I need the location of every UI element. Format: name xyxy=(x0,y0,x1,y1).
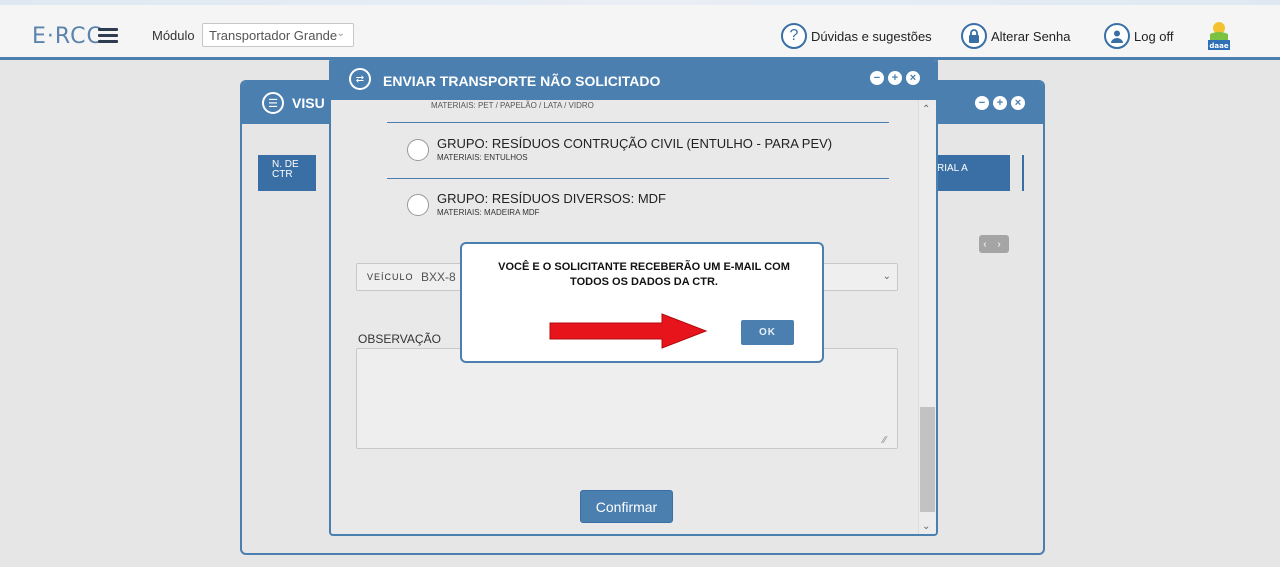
daae-logo: daae xyxy=(1206,20,1232,54)
group-title: GRUPO: RESÍDUOS DIVERSOS: MDF xyxy=(437,191,666,206)
chevron-up-icon[interactable]: ⌃ xyxy=(922,104,930,115)
top-strip xyxy=(0,0,1280,5)
red-arrow-icon xyxy=(549,313,708,349)
lock-icon xyxy=(961,23,987,49)
column-header-material[interactable]: RIAL A xyxy=(934,155,1024,191)
background-window-controls: − + × xyxy=(975,96,1025,110)
observacao-label: OBSERVAÇÃO xyxy=(358,332,441,346)
group-materials: MATERIAIS: ENTULHOS xyxy=(437,153,528,162)
logoff-link[interactable]: Log off xyxy=(1104,22,1174,50)
column-header-n-ctr-line2: CTR xyxy=(272,169,293,180)
observacao-textarea[interactable] xyxy=(356,348,898,449)
dialog-titlebar: ⇄ ENVIAR TRANSPORTE NÃO SOLICITADO − + × xyxy=(331,60,936,100)
ok-button[interactable]: OK xyxy=(741,320,794,345)
confirm-button[interactable]: Confirmar xyxy=(580,490,673,523)
column-header-edge xyxy=(1022,155,1024,191)
modulo-label: Módulo xyxy=(152,28,195,43)
scrollbar-thumb[interactable] xyxy=(920,407,935,512)
alert-message: VOCÊ E O SOLICITANTE RECEBERÃO UM E-MAIL… xyxy=(498,261,790,288)
column-header-n-ctr[interactable]: N. DE CTR xyxy=(258,155,316,191)
maximize-icon[interactable]: + xyxy=(993,96,1007,110)
maximize-icon[interactable]: + xyxy=(888,71,902,85)
question-icon: ? xyxy=(781,23,807,49)
logoff-label: Log off xyxy=(1134,28,1174,44)
chevron-down-icon: ⌄ xyxy=(882,271,891,282)
chevron-down-icon: ⌄ xyxy=(336,28,345,39)
radio-button[interactable] xyxy=(407,139,429,161)
app-header: E·RCC Módulo Transportador Grande ⌄ ? Dú… xyxy=(0,0,1280,60)
list-icon: ☰ xyxy=(262,92,284,114)
group-title: GRUPO: RESÍDUOS CONTRUÇÃO CIVIL (ENTULHO… xyxy=(437,136,833,151)
close-icon[interactable]: × xyxy=(1011,96,1025,110)
duvidas-label: Dúvidas e sugestões xyxy=(811,28,932,44)
column-header-material-label: RIAL A xyxy=(937,163,968,174)
pagination-arrows[interactable]: ‹ › xyxy=(979,235,1009,253)
group-divider xyxy=(387,122,889,123)
alterar-senha-link[interactable]: Alterar Senha xyxy=(961,22,1071,50)
daae-logo-text: daae xyxy=(1209,42,1228,50)
veiculo-label: VEÍCULO xyxy=(367,272,414,282)
truck-arrow-icon: ⇄ xyxy=(349,68,371,90)
close-icon[interactable]: × xyxy=(906,71,920,85)
minimize-icon[interactable]: − xyxy=(975,96,989,110)
dialog-title: ENVIAR TRANSPORTE NÃO SOLICITADO xyxy=(383,73,661,89)
group-materials: MATERIAIS: MADEIRA MDF xyxy=(437,208,540,217)
app-logo[interactable]: E·RCC xyxy=(32,24,103,49)
resize-grip-icon[interactable]: ∕∕ xyxy=(883,435,886,446)
cutoff-materials: MATERIAIS: PET / PAPELÃO / LATA / VIDRO xyxy=(431,101,594,110)
dialog-controls: − + × xyxy=(870,71,920,85)
radio-button[interactable] xyxy=(407,194,429,216)
group-divider xyxy=(387,178,889,179)
minimize-icon[interactable]: − xyxy=(870,71,884,85)
background-window-title: VISU xyxy=(292,95,325,111)
alterar-senha-label: Alterar Senha xyxy=(991,28,1071,44)
hamburger-menu-icon[interactable] xyxy=(98,28,118,44)
modulo-select[interactable]: Transportador Grande ⌄ xyxy=(202,23,354,47)
duvidas-link[interactable]: ? Dúvidas e sugestões xyxy=(781,22,932,50)
modulo-select-value: Transportador Grande xyxy=(209,28,338,43)
veiculo-value: BXX-8 xyxy=(421,270,456,284)
dialog-scrollbar[interactable]: ⌃ ⌄ xyxy=(918,100,936,534)
chevron-down-icon[interactable]: ⌄ xyxy=(922,521,930,532)
user-icon xyxy=(1104,23,1130,49)
